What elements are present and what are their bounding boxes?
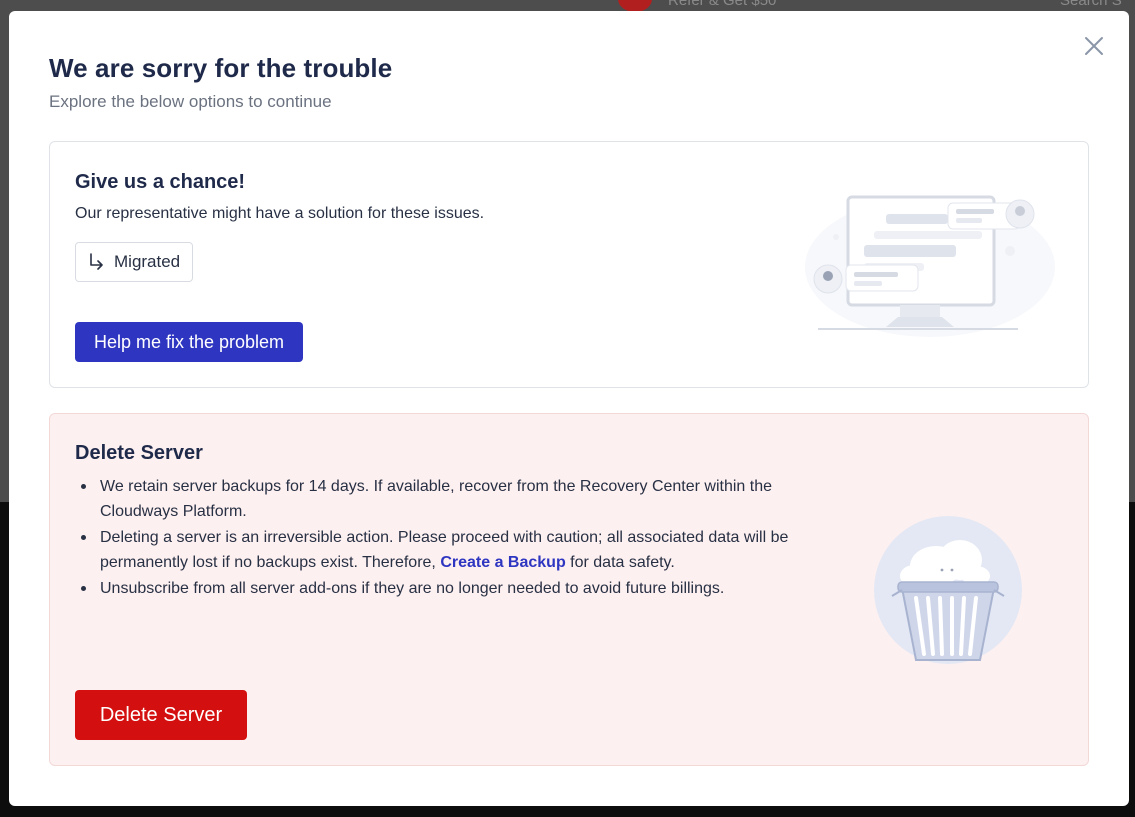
delete-server-button[interactable]: Delete Server: [75, 690, 247, 740]
list-item: We retain server backups for 14 days. If…: [75, 474, 805, 524]
arrow-turn-down-right-icon: [90, 253, 103, 270]
list-item: Unsubscribe from all server add-ons if t…: [75, 576, 805, 601]
list-item: Deleting a server is an irreversible act…: [75, 525, 805, 575]
delete-server-title: Delete Server: [75, 442, 203, 464]
migrated-chip[interactable]: Migrated: [75, 242, 194, 282]
give-chance-card: Give us a chance! Our representative mig…: [49, 141, 1089, 388]
migrated-chip-label: Migrated: [114, 252, 181, 271]
give-chance-title: Give us a chance!: [75, 171, 246, 193]
background-refer-link: Refer & Get $50: [668, 0, 777, 9]
delete-server-card: Delete Server We retain server backups f…: [49, 413, 1089, 766]
trash-bin-illustration: [874, 516, 1022, 664]
close-button[interactable]: [1081, 33, 1107, 59]
bullet-text: for data safety.: [565, 554, 675, 571]
modal-subtitle: Explore the below options to continue: [49, 92, 332, 111]
close-icon: [1085, 37, 1103, 55]
help-me-fix-button[interactable]: Help me fix the problem: [75, 322, 303, 362]
give-chance-text: Our representative might have a solution…: [75, 205, 485, 222]
modal-title: We are sorry for the trouble: [49, 53, 393, 83]
support-chat-monitor-illustration: [805, 195, 1055, 337]
delete-warnings-list: We retain server backups for 14 days. If…: [75, 474, 805, 602]
background-search: Search S: [1060, 0, 1122, 9]
sorry-modal: We are sorry for the trouble Explore the…: [9, 11, 1129, 806]
create-backup-link[interactable]: Create a Backup: [440, 554, 565, 571]
